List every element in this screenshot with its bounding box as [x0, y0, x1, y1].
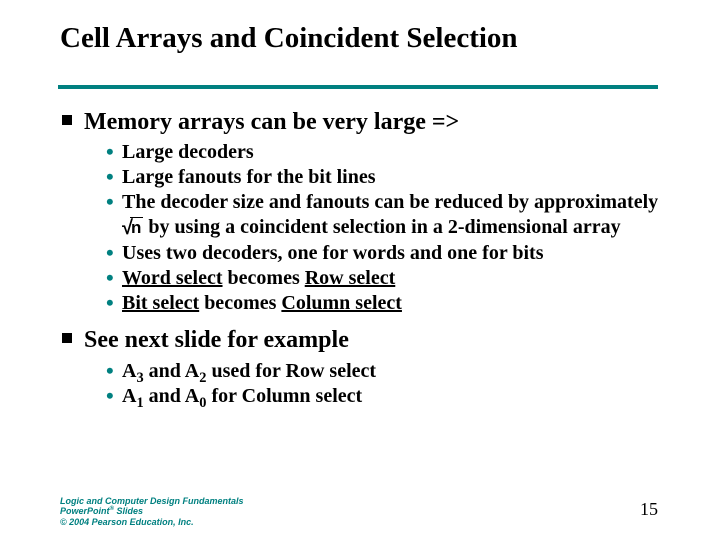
column-select-label: Column select [281, 292, 402, 314]
dot-bullet-icon: • [106, 266, 114, 290]
word-select-label: Word select [122, 267, 223, 289]
becomes-text: becomes [199, 292, 281, 314]
subscript: 1 [136, 395, 143, 411]
for-text: for Column select [206, 385, 362, 407]
square-bullet-icon [62, 333, 72, 343]
sub-bullet-text-a: The decoder size and fanouts can be redu… [122, 191, 658, 213]
footer-credits: Logic and Computer Design Fundamentals P… [60, 496, 244, 528]
row-select-label: Row select [305, 267, 396, 289]
sub-bullet: • Large decoders [62, 140, 672, 165]
and-a-label: and A [144, 385, 200, 407]
bullet-level1: Memory arrays can be very large => [62, 108, 672, 136]
dot-bullet-icon: • [106, 190, 114, 214]
a-label: A [122, 385, 136, 407]
dot-bullet-icon: • [106, 140, 114, 164]
slide-title: Cell Arrays and Coincident Selection [60, 22, 518, 55]
sub-bullet: • A3 and A2 used for Row select [62, 359, 672, 384]
dot-bullet-icon: • [106, 165, 114, 189]
page-number: 15 [640, 499, 658, 520]
footer-line3: © 2004 Pearson Education, Inc. [60, 517, 244, 528]
sub-bullet: • Uses two decoders, one for words and o… [62, 241, 672, 266]
sub-bullet: • Word select becomes Row select [62, 266, 672, 291]
sub-bullet: • The decoder size and fanouts can be re… [62, 190, 672, 241]
sub-bullet-text: Large fanouts for the bit lines [122, 166, 376, 188]
dot-bullet-icon: • [106, 359, 114, 383]
bullet-level1: See next slide for example [62, 326, 672, 354]
dot-bullet-icon: • [106, 384, 114, 408]
content-area: Memory arrays can be very large => • Lar… [62, 108, 672, 419]
bullet-text: Memory arrays can be very large => [84, 109, 459, 135]
dot-bullet-icon: • [106, 291, 114, 315]
slides-label: Slides [114, 506, 143, 516]
footer-line1: Logic and Computer Design Fundamentals [60, 496, 244, 507]
footer-line2: PowerPoint® Slides [60, 506, 244, 517]
sqrt-expression: √n [122, 215, 143, 241]
square-bullet-icon [62, 115, 72, 125]
radicand: n [130, 217, 143, 237]
bullet-text: See next slide for example [84, 327, 349, 353]
used-for-text: used for Row select [206, 360, 376, 382]
becomes-text: becomes [223, 267, 305, 289]
sub-bullet-text: Uses two decoders, one for words and one… [122, 242, 543, 264]
sub-bullet-list: • Large decoders • Large fanouts for the… [62, 140, 672, 316]
powerpoint-label: PowerPoint [60, 506, 110, 516]
a-label: A [122, 360, 136, 382]
bit-select-label: Bit select [122, 292, 199, 314]
sub-bullet-text-b: by using a coincident selection in a 2-d… [143, 216, 620, 238]
sub-bullet: • Bit select becomes Column select [62, 291, 672, 316]
sub-bullet: • A1 and A0 for Column select [62, 384, 672, 409]
slide: Cell Arrays and Coincident Selection Mem… [0, 0, 720, 540]
sub-bullet-list: • A3 and A2 used for Row select • A1 and… [62, 359, 672, 409]
sub-bullet-text: Large decoders [122, 141, 254, 163]
dot-bullet-icon: • [106, 241, 114, 265]
sub-bullet: • Large fanouts for the bit lines [62, 165, 672, 190]
title-rule [58, 85, 658, 89]
and-a-label: and A [144, 360, 200, 382]
